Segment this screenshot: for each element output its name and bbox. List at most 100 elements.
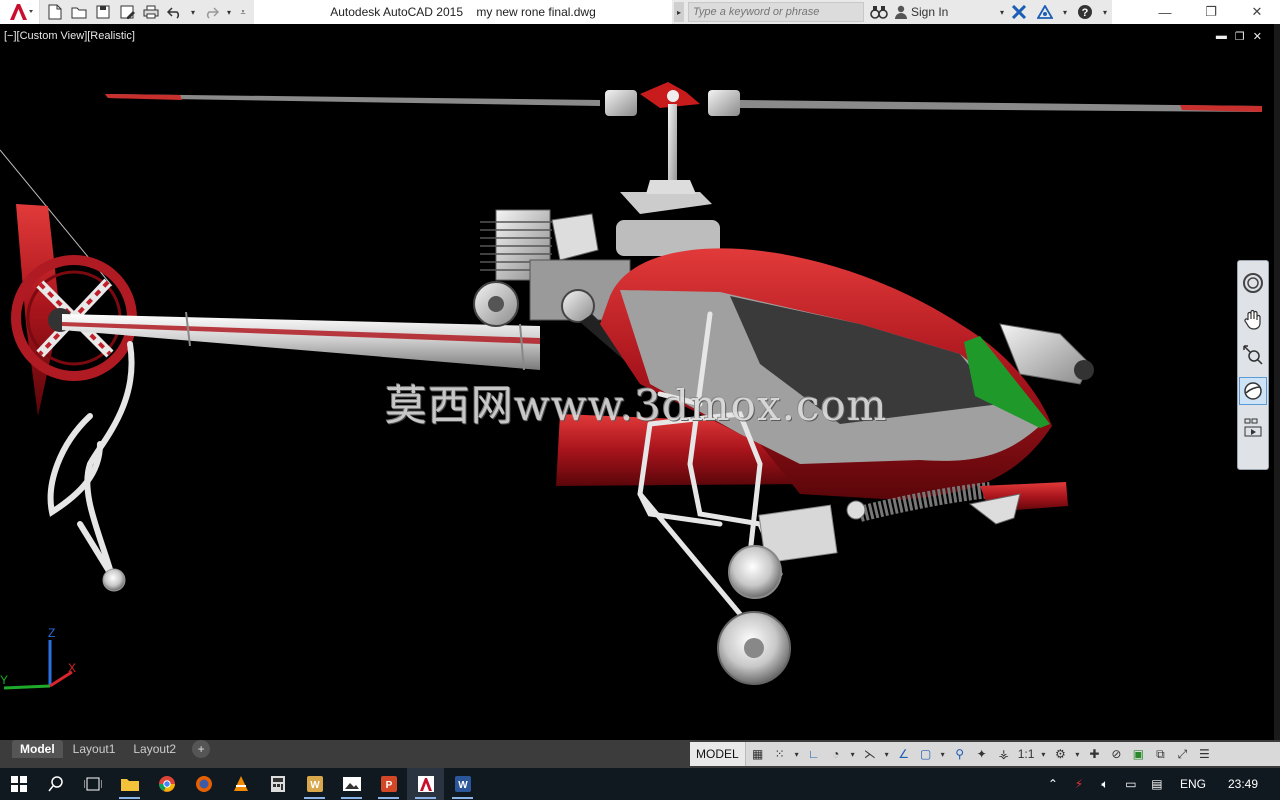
viewport-controls-label[interactable]: [−][Custom View][Realistic] [4, 30, 135, 42]
annotation-scale-button[interactable]: ⚶ [994, 743, 1014, 765]
hardware-icon: ▣ [1132, 747, 1145, 761]
restore-button[interactable]: ❐ [1188, 0, 1234, 24]
units-icon: ⊘ [1111, 747, 1122, 761]
save-as-button[interactable] [116, 2, 138, 22]
navigation-bar [1237, 260, 1269, 470]
units-button[interactable]: ⊘ [1106, 743, 1126, 765]
search-expand-button[interactable]: ▸ [674, 2, 684, 22]
main-rotor [105, 82, 1262, 214]
exchange-icon [1011, 5, 1027, 19]
minimize-button[interactable]: — [1142, 0, 1188, 24]
save-as-icon [120, 5, 135, 19]
snap-mode-button[interactable]: ⁙ [770, 743, 790, 765]
polar-tracking-button[interactable]: ◔ [826, 743, 846, 765]
chrome-taskbar[interactable] [148, 768, 185, 800]
save-button[interactable] [92, 2, 114, 22]
new-button[interactable] [44, 2, 66, 22]
orbit-button[interactable] [1239, 377, 1267, 405]
annotation-visibility-icon: ⚲ [955, 747, 965, 761]
workspace-switching-button[interactable]: ⚙ [1050, 743, 1070, 765]
auto-scale-button[interactable]: ✦ [972, 743, 992, 765]
firefox-taskbar[interactable] [185, 768, 222, 800]
add-layout-button[interactable]: + [192, 740, 211, 758]
customization-button[interactable]: ☰ [1194, 743, 1214, 765]
snap-dropdown[interactable]: ▾ [792, 743, 802, 765]
task-view-icon [83, 777, 102, 791]
input-language[interactable]: ENG [1172, 777, 1214, 791]
vlc-taskbar[interactable] [222, 768, 259, 800]
viewport-restore-icon[interactable]: ❐ [1235, 30, 1245, 43]
grid-display-button[interactable]: ▦ [748, 743, 768, 765]
viewport-minimize-icon[interactable]: ▬ [1216, 30, 1227, 43]
calculator-taskbar[interactable] [259, 768, 296, 800]
help-dropdown[interactable]: ▾ [1100, 1, 1110, 23]
model-space-button[interactable]: MODEL [690, 742, 746, 766]
search-input[interactable] [693, 6, 853, 18]
front-wheel [728, 545, 782, 599]
polar-dropdown[interactable]: ▾ [848, 743, 858, 765]
search-button-taskbar[interactable] [37, 768, 74, 800]
search-button[interactable] [868, 2, 890, 22]
search-box[interactable] [688, 2, 864, 22]
zoom-extents-button[interactable] [1239, 341, 1267, 369]
network-tray[interactable]: ⚡ [1068, 768, 1090, 800]
windows-logo-icon [10, 776, 27, 792]
help-button[interactable]: ? [1074, 2, 1096, 22]
tab-layout2[interactable]: Layout2 [125, 740, 184, 758]
steering-wheel-button[interactable] [1239, 269, 1267, 297]
show-hidden-icons-button[interactable]: ⌃ [1042, 768, 1064, 800]
autocad-logo-icon [9, 4, 33, 20]
osnap-dropdown[interactable]: ▾ [938, 743, 948, 765]
hardware-acceleration-button[interactable]: ▣ [1128, 743, 1148, 765]
print-button[interactable] [140, 2, 162, 22]
workspace-dropdown[interactable]: ▾ [1072, 743, 1082, 765]
customize-qat-button[interactable]: ⩡ [236, 2, 250, 22]
close-button[interactable]: ✕ [1234, 0, 1280, 24]
a360-dropdown[interactable]: ▾ [1060, 1, 1070, 23]
system-clock[interactable]: 23:49 [1218, 777, 1272, 791]
drawing-viewport[interactable]: [−][Custom View][Realistic] ▬ ❐ ✕ 莫西网www… [0, 24, 1280, 740]
annotation-visibility-button[interactable]: ⚲ [950, 743, 970, 765]
autocad-taskbar[interactable] [407, 768, 444, 800]
powerpoint-taskbar[interactable]: P [370, 768, 407, 800]
action-center-tray[interactable]: ▤ [1146, 768, 1168, 800]
clean-screen-button[interactable]: ⤢ [1172, 743, 1192, 765]
undo-dropdown[interactable]: ▾ [188, 2, 198, 22]
start-button[interactable] [0, 768, 37, 800]
open-button[interactable] [68, 2, 90, 22]
exchange-apps-button[interactable] [1008, 2, 1030, 22]
redo-button[interactable] [200, 2, 222, 22]
chevron-up-icon: ⌃ [1047, 777, 1058, 791]
a360-button[interactable] [1034, 2, 1056, 22]
wps-writer-taskbar[interactable]: W [296, 768, 333, 800]
isometric-drafting-button[interactable]: ⋋ [860, 743, 880, 765]
ortho-mode-button[interactable]: ∟ [804, 743, 824, 765]
annotation-monitor-button[interactable]: ✚ [1084, 743, 1104, 765]
word-taskbar[interactable]: W [444, 768, 481, 800]
tab-model[interactable]: Model [12, 740, 63, 758]
volume-tray[interactable]: 🔈︎ [1094, 768, 1116, 800]
battery-tray[interactable]: ▭ [1120, 768, 1142, 800]
viewport-close-icon[interactable]: ✕ [1253, 30, 1262, 43]
application-menu-button[interactable] [0, 0, 40, 24]
object-snap-tracking-button[interactable]: ∠ [894, 743, 914, 765]
isolate-objects-button[interactable]: ⧉ [1150, 743, 1170, 765]
undo-button[interactable] [164, 2, 186, 22]
speaker-icon: 🔈︎ [1101, 776, 1109, 791]
redo-dropdown[interactable]: ▾ [224, 2, 234, 22]
pan-button[interactable] [1239, 305, 1267, 333]
task-view-button[interactable] [74, 768, 111, 800]
showmotion-button[interactable] [1239, 413, 1267, 441]
isodraft-dropdown[interactable]: ▾ [882, 743, 892, 765]
isodraft-icon: ⋋ [863, 747, 876, 761]
object-snap-button[interactable]: ▢ [916, 743, 936, 765]
file-explorer-taskbar[interactable] [111, 768, 148, 800]
windows-taskbar: W P W ⌃ ⚡ 🔈︎ ▭ ▤ ENG 23:49 [0, 768, 1280, 800]
auto-scale-icon: ✦ [976, 747, 987, 761]
firefox-icon [195, 776, 212, 792]
sign-in-button[interactable]: Sign In ▾ [894, 5, 1004, 19]
scale-dropdown[interactable]: ▾ [1038, 743, 1048, 765]
annotation-scale-value[interactable]: 1:1 [1016, 747, 1037, 761]
photos-taskbar[interactable] [333, 768, 370, 800]
tab-layout1[interactable]: Layout1 [65, 740, 124, 758]
